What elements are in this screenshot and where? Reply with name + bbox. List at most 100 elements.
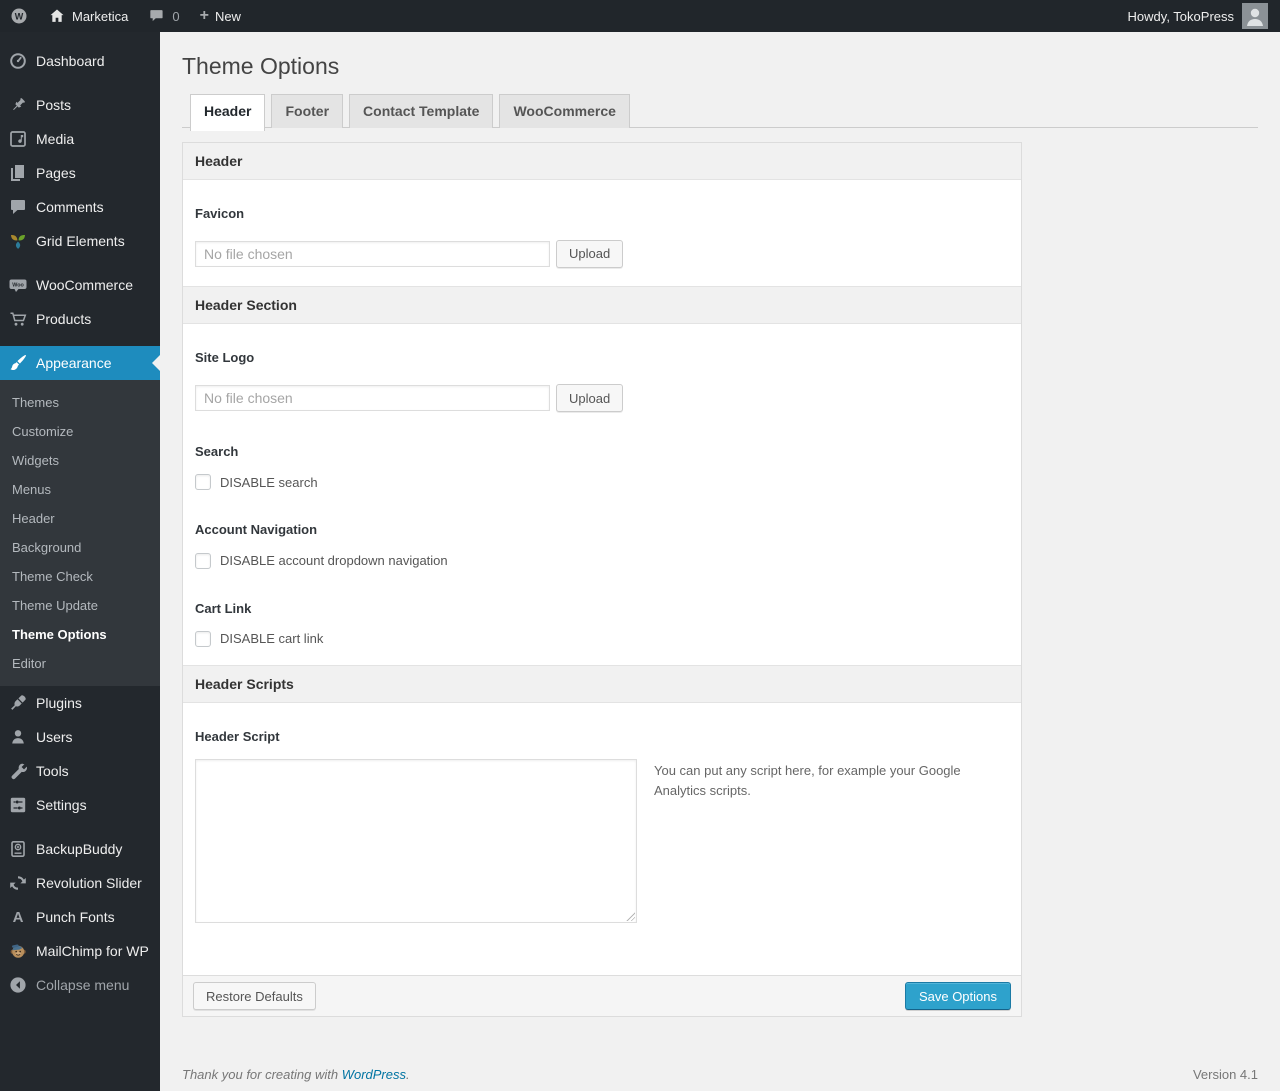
submenu-item-theme-options[interactable]: Theme Options [0,620,160,649]
tab-footer[interactable]: Footer [271,93,344,128]
sidebar-item-label: Revolution Slider [36,875,142,891]
section-header-header: Header [183,142,1021,180]
collapse-menu-button[interactable]: Collapse menu [0,968,160,1002]
sidebar-item-grid-elements[interactable]: Grid Elements [0,224,160,258]
cycle-arrows-icon [0,873,36,893]
sidebar-item-revolution-slider[interactable]: Revolution Slider [0,866,160,900]
sidebar-item-tools[interactable]: Tools [0,754,160,788]
disable-search-checkbox[interactable] [195,474,211,491]
cart-link-label: Cart Link [195,600,252,616]
save-options-button[interactable]: Save Options [904,982,1011,1011]
sidebar-item-plugins[interactable]: Plugins [0,686,160,720]
woocommerce-icon: Woo [0,275,36,295]
site-logo-upload-row: Upload [195,384,1009,413]
restore-defaults-button[interactable]: Restore Defaults [193,982,316,1011]
plugin-icon [0,693,36,713]
page-title: Theme Options [182,53,340,79]
sidebar-item-label: Tools [36,763,69,779]
favicon-file-input[interactable] [195,240,550,267]
submenu-item-background[interactable]: Background [0,533,160,562]
sidebar-item-appearance[interactable]: Appearance [0,346,160,380]
disable-cart-link-label: DISABLE cart link [220,631,324,647]
wordpress-link[interactable]: WordPress [342,1067,406,1082]
admin-sidebar: Dashboard Posts Media Pages Comments Gri… [0,32,160,1091]
settings-sliders-icon [0,795,36,815]
sidebar-item-products[interactable]: Products [0,302,160,336]
submenu-item-header[interactable]: Header [0,504,160,533]
sidebar-item-media[interactable]: Media [0,122,160,156]
sidebar-item-pages[interactable]: Pages [0,156,160,190]
new-label: New [214,8,241,24]
sidebar-item-label: Appearance [36,355,112,371]
section-body-header: Favicon Upload [183,180,1021,287]
grid-elements-icon [0,231,36,251]
disable-account-navigation-checkbox[interactable] [195,552,211,569]
site-logo-file-input[interactable] [195,385,550,412]
tab-header[interactable]: Header [190,93,266,131]
tab-bar: Header Footer Contact Template WooCommer… [182,93,1258,131]
sidebar-item-comments[interactable]: Comments [0,190,160,224]
media-icon [0,129,36,149]
submenu-item-editor[interactable]: Editor [0,649,160,678]
sidebar-item-posts[interactable]: Posts [0,88,160,122]
disable-account-navigation-label: DISABLE account dropdown navigation [220,553,448,569]
disable-account-navigation-option[interactable]: DISABLE account dropdown navigation [195,552,1009,569]
submenu-item-menus[interactable]: Menus [0,475,160,504]
tab-contact-template[interactable]: Contact Template [349,93,494,128]
submenu-item-customize[interactable]: Customize [0,417,160,446]
wp-logo-button[interactable]: W [0,0,38,32]
sidebar-item-users[interactable]: Users [0,720,160,754]
new-content-button[interactable]: + New [190,0,251,32]
page-footer: Thank you for creating with WordPress. V… [182,1067,1258,1082]
sidebar-item-settings[interactable]: Settings [0,788,160,822]
collapse-arrow-icon [0,975,36,995]
sidebar-item-punch-fonts[interactable]: A Punch Fonts [0,900,160,934]
site-logo-upload-button[interactable]: Upload [556,384,624,413]
footer-version: Version 4.1 [1192,1067,1258,1083]
header-script-row: You can put any script here, for example… [195,759,1009,924]
sidebar-item-label: Dashboard [36,53,105,69]
collapse-menu-label: Collapse menu [36,977,130,993]
submenu-item-theme-update[interactable]: Theme Update [0,591,160,620]
mailchimp-monkey-icon [0,941,36,961]
paintbrush-icon [0,353,36,373]
submenu-item-widgets[interactable]: Widgets [0,446,160,475]
sidebar-item-mailchimp[interactable]: MailChimp for WP [0,934,160,968]
howdy-label: Howdy, TokoPress [1127,8,1234,24]
submenu-item-theme-check[interactable]: Theme Check [0,562,160,591]
admin-bar: W Marketica 0 + New Howdy, TokoPress [0,0,1280,32]
submenu-item-themes[interactable]: Themes [0,388,160,417]
disable-cart-link-option[interactable]: DISABLE cart link [195,630,1009,647]
panel-footer: Restore Defaults Save Options [183,975,1021,1017]
admin-bar-comments-link[interactable]: 0 [138,0,189,32]
header-script-textarea[interactable] [195,759,637,924]
sidebar-item-label: Plugins [36,695,82,711]
main-content: Theme Options Header Footer Contact Temp… [160,32,1280,1091]
sidebar-item-label: Products [36,311,92,327]
sidebar-item-label: WooCommerce [36,277,133,293]
header-script-label: Header Script [195,728,280,744]
disable-cart-link-checkbox[interactable] [195,630,211,647]
site-name-link[interactable]: Marketica [38,0,138,32]
backupbuddy-icon [0,839,36,859]
howdy-account-link[interactable]: Howdy, TokoPress [1124,3,1272,29]
tab-woocommerce[interactable]: WooCommerce [499,93,630,128]
section-header-header-section: Header Section [183,286,1021,324]
footer-thanks-text: Thank you for creating with [182,1067,339,1083]
dashboard-icon [0,51,36,71]
wordpress-logo-icon: W [11,8,27,24]
favicon-upload-button[interactable]: Upload [556,239,624,268]
sidebar-item-label: Settings [36,797,87,813]
sidebar-item-woocommerce[interactable]: Woo WooCommerce [0,268,160,302]
footer-thanks-period: . [406,1067,410,1083]
avatar [1242,3,1268,29]
disable-search-option[interactable]: DISABLE search [195,474,1009,491]
home-icon [50,9,64,22]
header-script-description: You can put any script here, for example… [654,763,961,799]
sidebar-item-label: MailChimp for WP [36,943,149,959]
sidebar-item-backupbuddy[interactable]: BackupBuddy [0,832,160,866]
sidebar-item-dashboard[interactable]: Dashboard [0,44,160,78]
section-body-header-section: Site Logo Upload Search DISABLE search A… [183,324,1021,666]
site-name-label: Marketica [72,8,129,24]
footer-thanks: Thank you for creating with WordPress. [182,1067,410,1082]
